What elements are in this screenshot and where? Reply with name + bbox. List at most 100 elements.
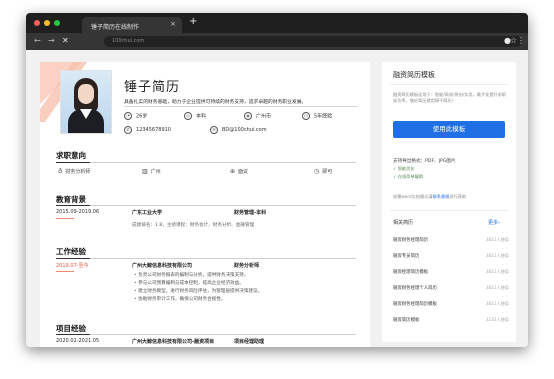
resume-name: 锤子简历 <box>124 80 181 95</box>
clock-icon: ◷ <box>314 168 320 175</box>
intent-position: ♁ 财务分析师 <box>58 168 91 175</box>
project-company: 广州大鲸信息科技有限公司-融资项目 <box>132 339 215 345</box>
sidebar-description: 融资简历模板适用于：智能/高效/原创/实用，最大化提升求职成功率，做好简历就用锤… <box>393 92 507 103</box>
related-item[interactable]: 融资经理简历模板 3821人使用 <box>393 269 509 277</box>
info-experience: ◷ 5年经验 <box>302 112 332 120</box>
contact-service-link[interactable]: 联系客服 <box>433 194 450 199</box>
section-divider <box>56 258 356 259</box>
education-date: 2015.09-2019.06 <box>56 209 100 215</box>
related-item-title: 融资简历模板 <box>393 318 420 323</box>
salary-icon: ⊕ <box>230 168 236 175</box>
related-item[interactable]: 融资专员简历 3821人使用 <box>393 253 509 261</box>
export-formats: 支持导出格式：PDF、JPG图片 <box>393 159 456 164</box>
email-icon: ✉ <box>210 126 218 134</box>
work-bullets: 负责公司财务报表的编制与分析，提供财务决策支持。 参与公司预算编制与成本控制，提… <box>134 272 262 304</box>
maximize-window-dot[interactable] <box>54 20 60 26</box>
browser-tab[interactable]: 锤子简历在线制作 × <box>82 17 182 33</box>
section-accent <box>56 162 90 163</box>
related-item[interactable]: 融资简历模板 3232人使用 <box>393 317 509 325</box>
feature-check: ✓ 在线简单编辑 <box>393 174 423 179</box>
age-icon: ◔ <box>124 112 132 120</box>
education-detail: 成绩排名：1.8，主修课程：财务会计、财务分析、金融管理 <box>132 223 255 228</box>
section-divider <box>56 162 356 163</box>
related-item-count: 3821人使用 <box>485 237 509 242</box>
related-item[interactable]: 融资财务经理简历模板 3821人使用 <box>393 301 509 309</box>
close-window-dot[interactable] <box>34 20 40 26</box>
education-school: 广东工业大学 <box>132 210 163 216</box>
location-icon: ◉ <box>244 112 252 120</box>
work-company: 广州大鲸信息科技有限公司 <box>132 263 193 269</box>
section-title-project: 项目经验 <box>56 324 86 333</box>
resume-summary: 具备扎实的财务基础，助力于企业提供可持续的财务支持，追求卓越的财务职业发展。 <box>124 100 307 105</box>
section-title-work: 工作经验 <box>56 247 86 256</box>
section-divider <box>56 334 356 335</box>
related-item-count: 3821人使用 <box>485 269 509 274</box>
url-text: 100chui.com <box>112 38 145 44</box>
section-accent <box>56 205 90 206</box>
position-icon: ♁ <box>58 168 63 175</box>
related-item-count: 3821人使用 <box>485 285 509 290</box>
browser-window: 锤子简历在线制作 × + ← → ✕ 100chui.com ☆ 锤子简历 具备… <box>26 13 528 347</box>
note-text: 如需word文档格式请 <box>393 194 433 199</box>
related-item-count: 3821人使用 <box>485 253 509 258</box>
profile-icon[interactable]: ● <box>504 36 511 45</box>
title-bar: 锤子简历在线制作 × + <box>26 13 528 33</box>
summary-divider <box>124 106 358 107</box>
work-bullet: 参与公司预算编制与成本控制，提高企业经济效益。 <box>134 280 262 288</box>
forward-icon[interactable]: → <box>48 36 55 45</box>
related-item-title: 融资专员简历 <box>393 254 420 259</box>
sidebar-divider <box>390 210 508 211</box>
intent-city: ▥ 广州 <box>142 168 161 175</box>
back-icon[interactable]: ← <box>34 36 41 45</box>
education-icon: ◎ <box>184 112 192 120</box>
address-bar[interactable]: 100chui.com ☆ <box>104 36 522 47</box>
related-item[interactable]: 融资财务经理个人简历 3821人使用 <box>393 285 509 293</box>
experience-icon: ◷ <box>302 112 310 120</box>
sidebar-divider <box>390 84 508 85</box>
section-divider <box>56 205 356 206</box>
info-age: ◔ 26岁 <box>124 112 147 120</box>
resume-preview: 锤子简历 具备扎实的财务基础，助力于企业提供可持续的财务支持，追求卓越的财务职业… <box>40 62 370 347</box>
related-title: 相关简历 <box>393 220 414 226</box>
tab-close-icon[interactable]: × <box>170 20 176 28</box>
project-date: 2020.02-2021.05 <box>56 338 100 344</box>
work-bullet: 建立财务模型，进行财务风险评估，为管理层提供决策建议。 <box>134 288 262 296</box>
info-city: ◉ 广州市 <box>244 112 271 120</box>
sidebar-title: 融资简历模板 <box>393 71 435 79</box>
date-underline <box>56 218 74 219</box>
phone-icon: ✆ <box>124 126 132 134</box>
related-item-title: 融资财务经理个人简历 <box>393 286 437 291</box>
use-template-button[interactable]: 使用此模板 <box>393 121 505 138</box>
new-tab-icon[interactable]: + <box>189 16 197 27</box>
section-title-education: 教育背景 <box>56 195 86 204</box>
building-icon: ▥ <box>142 168 148 175</box>
tab-title: 锤子简历在线制作 <box>91 24 140 31</box>
info-education: ◎ 本科 <box>184 112 206 120</box>
work-bullet: 负责公司财务报表的编制与分析，提供财务决策支持。 <box>134 272 262 280</box>
page-viewport: 锤子简历 具备扎实的财务基础，助力于企业提供可持续的财务支持，追求卓越的财务职业… <box>26 50 528 347</box>
related-more-link[interactable]: 更多› <box>488 219 500 226</box>
related-item-title: 融资经理简历模板 <box>393 270 429 275</box>
related-item[interactable]: 融资财务经理简历 3821人使用 <box>393 237 509 245</box>
section-accent <box>56 334 90 335</box>
related-item-count: 3821人使用 <box>485 301 509 306</box>
browser-toolbar: ← → ✕ 100chui.com ☆ <box>26 33 528 50</box>
related-item-title: 融资财务经理简历模板 <box>393 302 437 307</box>
feature-check: ✓ 智能优化 <box>393 166 415 171</box>
stop-icon[interactable]: ✕ <box>62 36 69 45</box>
info-phone: ✆ 12345678910 <box>124 126 171 134</box>
education-major: 财务管理-本科 <box>234 210 267 216</box>
section-accent <box>56 258 90 259</box>
related-item-title: 融资财务经理简历 <box>393 238 429 243</box>
work-bullet: 协助财务审计工作，确保公司财务合规性。 <box>134 296 262 304</box>
section-title-intent: 求职意向 <box>56 151 86 160</box>
template-sidebar: 融资简历模板 融资简历模板适用于：智能/高效/原创/实用，最大化提升求职成功率，… <box>382 62 516 342</box>
minimize-window-dot[interactable] <box>44 20 50 26</box>
profile-photo <box>60 70 112 134</box>
intent-salary: ⊕ 面议 <box>230 168 249 175</box>
date-underline <box>56 271 74 272</box>
project-role: 项目经理助理 <box>234 339 265 345</box>
word-format-note: 如需word文档格式请联系客服进行获取 <box>393 194 466 200</box>
menu-icon[interactable]: ⋮ <box>517 36 525 45</box>
info-email: ✉ BD@100chui.com <box>210 126 267 134</box>
